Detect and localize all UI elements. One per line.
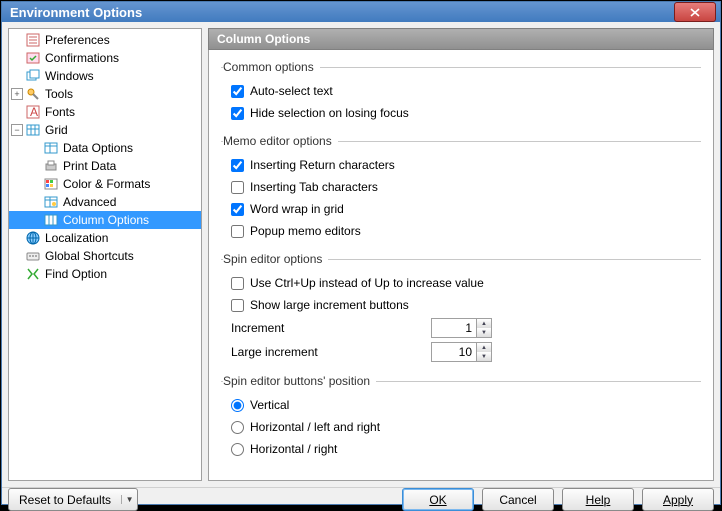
group-spin-editor: Spin editor options Use Ctrl+Up instead … xyxy=(221,252,701,364)
checkbox-auto-select[interactable] xyxy=(231,85,244,98)
radio-label: Horizontal / right xyxy=(250,442,337,456)
radio-horizontal-lr[interactable] xyxy=(231,421,244,434)
group-legend: Memo editor options xyxy=(223,134,338,148)
increment-spinner[interactable]: ▲▼ xyxy=(477,318,492,338)
close-button[interactable] xyxy=(674,2,716,22)
expand-icon[interactable]: + xyxy=(11,88,23,100)
group-common-options: Common options Auto-select text Hide sel… xyxy=(221,60,701,124)
collapse-icon[interactable]: − xyxy=(11,124,23,136)
find-icon xyxy=(25,266,41,282)
group-legend: Spin editor options xyxy=(223,252,328,266)
checkbox-tab-chars[interactable] xyxy=(231,181,244,194)
spin-down-icon[interactable]: ▼ xyxy=(477,328,491,337)
navigation-tree[interactable]: Preferences Confirmations Windows + Tool… xyxy=(8,28,202,481)
checkbox-label: Use Ctrl+Up instead of Up to increase va… xyxy=(250,276,484,290)
checkbox-label: Inserting Tab characters xyxy=(250,180,378,194)
tree-item-localization[interactable]: Localization xyxy=(9,229,201,247)
data-options-icon xyxy=(43,140,59,156)
ok-button[interactable]: OK xyxy=(402,488,474,511)
cancel-button[interactable]: Cancel xyxy=(482,488,554,511)
tree-item-confirmations[interactable]: Confirmations xyxy=(9,49,201,67)
checkbox-large-buttons[interactable] xyxy=(231,299,244,312)
checkbox-label: Popup memo editors xyxy=(250,224,361,238)
tree-item-grid[interactable]: − Grid xyxy=(9,121,201,139)
localization-icon xyxy=(25,230,41,246)
grid-icon xyxy=(25,122,41,138)
apply-button[interactable]: Apply xyxy=(642,488,714,511)
tree-item-preferences[interactable]: Preferences xyxy=(9,31,201,49)
checkbox-label: Word wrap in grid xyxy=(250,202,344,216)
checkbox-return-chars[interactable] xyxy=(231,159,244,172)
group-memo-editor: Memo editor options Inserting Return cha… xyxy=(221,134,701,242)
windows-icon xyxy=(25,68,41,84)
column-options-icon xyxy=(43,212,59,228)
group-spin-position: Spin editor buttons' position Vertical H… xyxy=(221,374,701,460)
dialog-footer: Reset to Defaults ▼ OK Cancel Help Apply xyxy=(2,487,720,511)
checkbox-label: Inserting Return characters xyxy=(250,158,395,172)
reset-defaults-button[interactable]: Reset to Defaults ▼ xyxy=(8,488,138,511)
checkbox-label: Hide selection on losing focus xyxy=(250,106,409,120)
checkbox-popup-memo[interactable] xyxy=(231,225,244,238)
tree-item-global-shortcuts[interactable]: Global Shortcuts xyxy=(9,247,201,265)
checkbox-ctrl-up[interactable] xyxy=(231,277,244,290)
confirmations-icon xyxy=(25,50,41,66)
tree-item-tools[interactable]: + Tools xyxy=(9,85,201,103)
checkbox-word-wrap[interactable] xyxy=(231,203,244,216)
print-icon xyxy=(43,158,59,174)
large-increment-spinner[interactable]: ▲▼ xyxy=(477,342,492,362)
window-title: Environment Options xyxy=(10,5,674,20)
preferences-icon xyxy=(25,32,41,48)
chevron-down-icon[interactable]: ▼ xyxy=(121,495,137,504)
panel-title: Column Options xyxy=(208,28,714,50)
radio-label: Vertical xyxy=(250,398,289,412)
options-panel: Common options Auto-select text Hide sel… xyxy=(208,50,714,481)
tree-item-data-options[interactable]: Data Options xyxy=(9,139,201,157)
checkbox-label: Auto-select text xyxy=(250,84,333,98)
radio-vertical[interactable] xyxy=(231,399,244,412)
increment-label: Increment xyxy=(231,321,431,335)
tree-item-color-formats[interactable]: Color & Formats xyxy=(9,175,201,193)
group-legend: Common options xyxy=(223,60,320,74)
checkbox-label: Show large increment buttons xyxy=(250,298,409,312)
spin-up-icon[interactable]: ▲ xyxy=(477,319,491,328)
checkbox-hide-selection[interactable] xyxy=(231,107,244,120)
radio-label: Horizontal / left and right xyxy=(250,420,380,434)
spin-up-icon[interactable]: ▲ xyxy=(477,343,491,352)
tree-item-windows[interactable]: Windows xyxy=(9,67,201,85)
tree-item-fonts[interactable]: A Fonts xyxy=(9,103,201,121)
radio-horizontal-r[interactable] xyxy=(231,443,244,456)
increment-input[interactable] xyxy=(431,318,477,338)
spin-down-icon[interactable]: ▼ xyxy=(477,352,491,361)
fonts-icon: A xyxy=(25,104,41,120)
color-formats-icon xyxy=(43,176,59,192)
tree-item-find-option[interactable]: Find Option xyxy=(9,265,201,283)
environment-options-dialog: Environment Options Preferences Confirma… xyxy=(1,1,721,505)
svg-text:A: A xyxy=(30,105,38,119)
large-increment-input[interactable] xyxy=(431,342,477,362)
tree-item-print-data[interactable]: Print Data xyxy=(9,157,201,175)
tree-item-column-options[interactable]: Column Options xyxy=(9,211,201,229)
titlebar: Environment Options xyxy=(2,2,720,22)
advanced-icon xyxy=(43,194,59,210)
large-increment-label: Large increment xyxy=(231,345,431,359)
tools-icon xyxy=(25,86,41,102)
shortcuts-icon xyxy=(25,248,41,264)
help-button[interactable]: Help xyxy=(562,488,634,511)
group-legend: Spin editor buttons' position xyxy=(223,374,376,388)
tree-item-advanced[interactable]: Advanced xyxy=(9,193,201,211)
